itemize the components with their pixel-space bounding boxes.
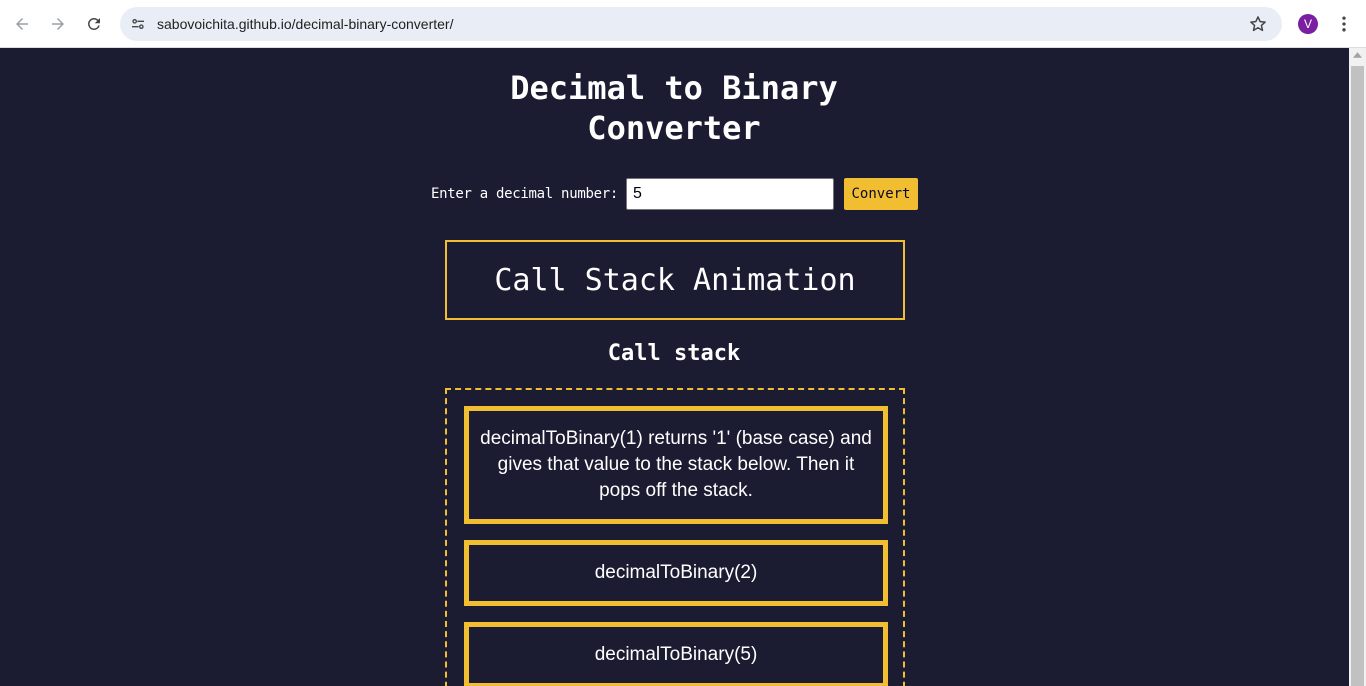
page-content: Decimal to Binary Converter Enter a deci… (0, 48, 1349, 686)
browser-toolbar: sabovoichita.github.io/decimal-binary-co… (0, 0, 1366, 48)
convert-button[interactable]: Convert (844, 178, 918, 210)
number-input-label: Enter a decimal number: (431, 186, 618, 202)
call-stack-container: decimalToBinary(1) returns '1' (base cas… (445, 388, 905, 686)
url-text: sabovoichita.github.io/decimal-binary-co… (157, 16, 454, 32)
reload-button[interactable] (80, 10, 108, 38)
star-icon[interactable] (1248, 14, 1268, 34)
page-scrollbar[interactable] (1349, 48, 1366, 686)
address-bar[interactable]: sabovoichita.github.io/decimal-binary-co… (120, 7, 1282, 41)
call-stack-heading: Call stack (607, 341, 741, 366)
scroll-up-arrow-icon[interactable] (1349, 52, 1366, 62)
site-info-icon[interactable] (128, 14, 148, 34)
reload-icon (88, 18, 100, 30)
stack-frame: decimalToBinary(5) (464, 622, 888, 686)
call-stack-animation-box: Call Stack Animation (445, 240, 905, 320)
forward-button[interactable] (44, 10, 72, 38)
forward-arrow-icon (52, 18, 64, 30)
page-title: Decimal to Binary Converter (510, 69, 838, 147)
decimal-number-input[interactable] (626, 178, 834, 210)
profile-avatar[interactable]: V (1298, 14, 1318, 34)
scrollbar-thumb[interactable] (1351, 66, 1364, 686)
back-arrow-icon (16, 18, 28, 30)
back-button[interactable] (8, 10, 36, 38)
kebab-menu-icon[interactable] (1334, 12, 1354, 36)
stack-frame: decimalToBinary(1) returns '1' (base cas… (464, 406, 888, 524)
stack-frame: decimalToBinary(2) (464, 540, 888, 606)
